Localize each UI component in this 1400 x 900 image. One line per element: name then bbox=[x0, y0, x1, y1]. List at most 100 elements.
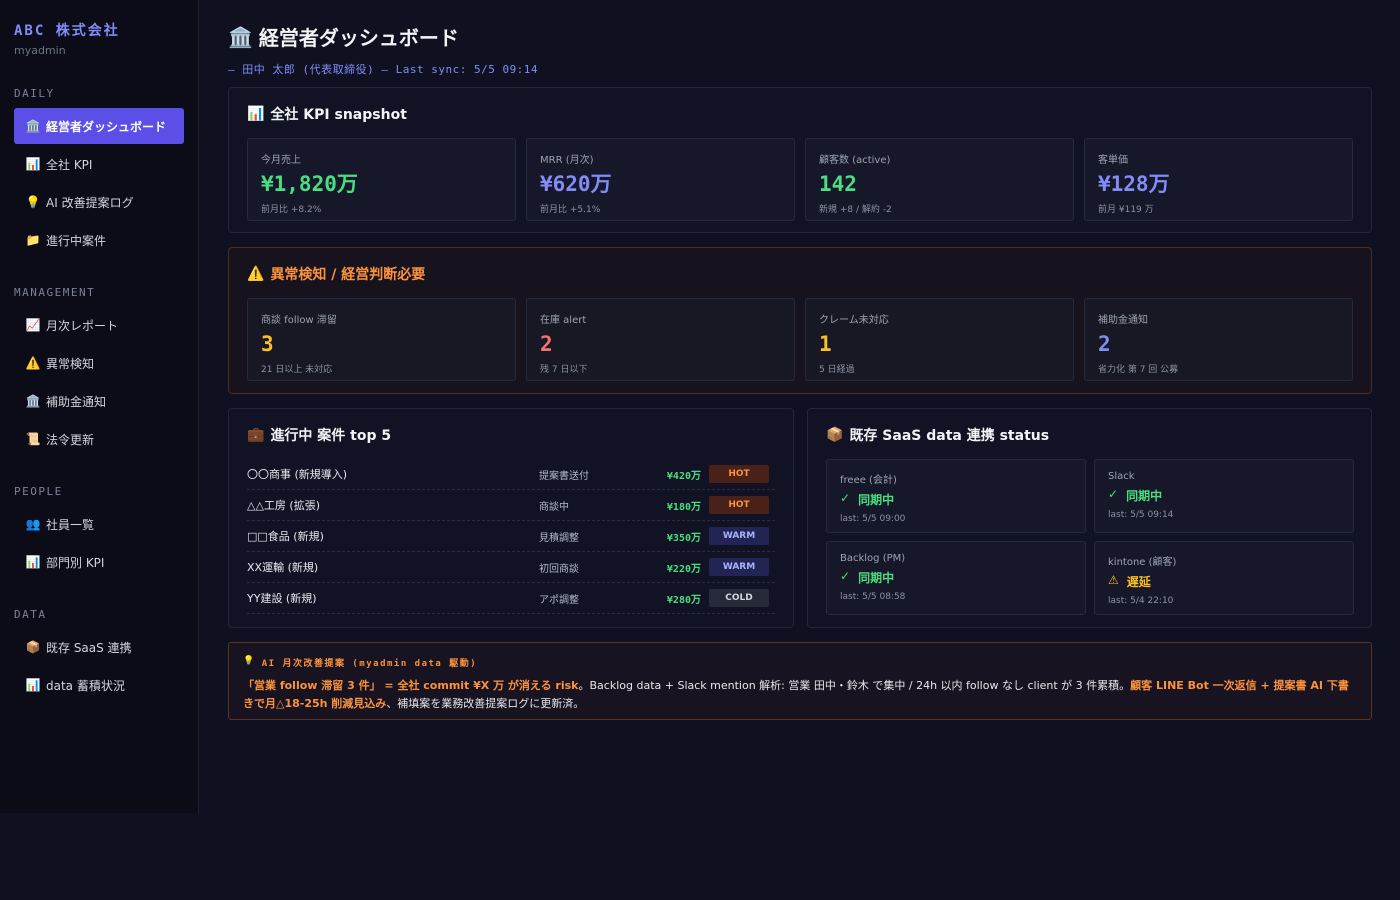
deal-amount: ¥280万 bbox=[666, 594, 701, 606]
card-note: 残 7 日以下 bbox=[540, 365, 588, 375]
warning-icon: ⚠️ bbox=[247, 266, 265, 282]
deal-amount: ¥180万 bbox=[666, 501, 701, 513]
card-label: 今月売上 bbox=[261, 155, 301, 166]
deal-list: 〇〇商事 (新規導入) 提案書送付 ¥420万 HOT △△工房 (拡張) 商談中 ¥180… bbox=[247, 459, 775, 614]
brand-name: ABC 株式会社 bbox=[14, 23, 120, 39]
card-value: 1 bbox=[819, 332, 832, 356]
saas-integration-card[interactable]: Backlog (PM) ✓ 同期中 last: 5/5 08:58 bbox=[826, 541, 1086, 615]
sidebar-item-label: 既存 SaaS 連携 bbox=[46, 640, 132, 655]
card-label: 補助金通知 bbox=[1098, 315, 1148, 326]
main-content: 🏛️ 経営者ダッシュボード — 田中 太郎 (代表取締役) — Last syn… bbox=[228, 22, 1372, 720]
saas-panel-title-text: 既存 SaaS data 連携 status bbox=[849, 428, 1050, 444]
brand-subtitle: myadmin bbox=[14, 44, 66, 57]
card-label: 商談 follow 滞留 bbox=[261, 315, 337, 326]
deal-temperature-badge: HOT bbox=[709, 496, 769, 514]
card-note: 前月比 +5.1% bbox=[540, 205, 601, 215]
sidebar-item-label: data 蓄積状況 bbox=[46, 678, 125, 693]
saas-status-text: 同期中 bbox=[858, 493, 895, 507]
nav-section-label: DATA bbox=[14, 608, 47, 621]
card-label: MRR (月次) bbox=[540, 155, 594, 166]
page-title: 🏛️ 経営者ダッシュボード bbox=[228, 22, 1372, 51]
ai-suggestion-text: 「営業 follow 滞留 3 件」 = 全社 commit ¥X 万 が消える… bbox=[243, 677, 1357, 713]
kpi-panel-title-text: 全社 KPI snapshot bbox=[270, 107, 407, 123]
sidebar-item[interactable]: 👥 社員一覧 bbox=[14, 506, 184, 542]
bank-icon: 🏛️ bbox=[228, 24, 253, 49]
card-value: ¥620万 bbox=[540, 172, 612, 196]
package-icon: 📦 bbox=[826, 427, 844, 443]
deal-row[interactable]: YY建設 (新規) アポ調整 ¥280万 COLD bbox=[247, 583, 775, 614]
deal-name: XX運輸 (新規) bbox=[247, 561, 319, 574]
anomaly-card[interactable]: クレーム未対応 1 5 日経過 bbox=[805, 298, 1074, 381]
saas-status: ✓ 同期中 bbox=[840, 569, 1072, 586]
deal-row[interactable]: 〇〇商事 (新規導入) 提案書送付 ¥420万 HOT bbox=[247, 459, 775, 490]
saas-status: ✓ 同期中 bbox=[1108, 487, 1340, 504]
bank-icon: 🏛️ bbox=[25, 394, 41, 408]
ai-suggestion-label: 💡 AI 月次改善提案 (myadmin data 駆動) bbox=[243, 656, 1357, 669]
deal-stage: アポ調整 bbox=[539, 594, 579, 606]
sidebar-item[interactable]: 📈 月次レポート bbox=[14, 307, 184, 343]
deals-panel: 💼 進行中 案件 top 5 〇〇商事 (新規導入) 提案書送付 ¥420万 HOT △… bbox=[228, 408, 794, 628]
saas-grid: freee (会計) ✓ 同期中 last: 5/5 09:00 Slack ✓ 同期中 la… bbox=[826, 459, 1354, 615]
scroll-icon: 📜 bbox=[25, 432, 41, 446]
anomaly-card[interactable]: 在庫 alert 2 残 7 日以下 bbox=[526, 298, 795, 381]
saas-name: Slack bbox=[1108, 471, 1135, 482]
card-note: 前月 ¥119 万 bbox=[1098, 205, 1154, 215]
deal-amount: ¥350万 bbox=[666, 532, 701, 544]
deal-row[interactable]: XX運輸 (新規) 初回商談 ¥220万 WARM bbox=[247, 552, 775, 583]
saas-integration-card[interactable]: freee (会計) ✓ 同期中 last: 5/5 09:00 bbox=[826, 459, 1086, 533]
deal-stage: 初回商談 bbox=[539, 563, 579, 575]
saas-panel-title: 📦 既存 SaaS data 連携 status bbox=[826, 425, 1353, 445]
deal-name: YY建設 (新規) bbox=[247, 592, 317, 605]
deal-stage: 商談中 bbox=[539, 501, 569, 513]
sidebar-item-label: 法令更新 bbox=[46, 432, 95, 447]
sidebar-item[interactable]: 📊 部門別 KPI bbox=[14, 544, 184, 580]
ai-suggestion-label-text: AI 月次改善提案 (myadmin data 駆動) bbox=[261, 659, 478, 669]
page-subtitle: — 田中 太郎 (代表取締役) — Last sync: 5/5 09:14 bbox=[228, 63, 539, 76]
sidebar-item[interactable]: ⚠️ 異常検知 bbox=[14, 345, 184, 381]
deal-row[interactable]: □□食品 (新規) 見積調整 ¥350万 WARM bbox=[247, 521, 775, 552]
sidebar-nav: DAILY 🏛️ 経営者ダッシュボード 📊 全社 KPI 💡 AI 改善提案ログ 📁 進行中案件… bbox=[14, 87, 184, 703]
sidebar-item[interactable]: 📜 法令更新 bbox=[14, 421, 184, 457]
card-value: 2 bbox=[1098, 332, 1111, 356]
sidebar-item[interactable]: 📁 進行中案件 bbox=[14, 222, 184, 258]
kpi-card[interactable]: 顧客数 (active) 142 新規 +8 / 解約 -2 bbox=[805, 138, 1074, 221]
anomaly-panel-title: ⚠️ 異常検知 / 経営判断必要 bbox=[247, 264, 1353, 284]
anomaly-panel: ⚠️ 異常検知 / 経営判断必要 商談 follow 滞留 3 21 日以上 未対応… bbox=[228, 247, 1372, 394]
kpi-card[interactable]: MRR (月次) ¥620万前月比 +5.1% bbox=[526, 138, 795, 221]
sidebar-item[interactable]: 💡 AI 改善提案ログ bbox=[14, 184, 184, 220]
nav-section-label: MANAGEMENT bbox=[14, 286, 96, 299]
sidebar-item-label: 社員一覧 bbox=[46, 517, 95, 532]
sidebar: ABC 株式会社 myadmin DAILY 🏛️ 経営者ダッシュボード 📊 全社 KP… bbox=[0, 0, 199, 813]
deals-panel-title-text: 進行中 案件 top 5 bbox=[270, 428, 392, 444]
check-icon: ✓ bbox=[840, 491, 851, 505]
check-icon: ✓ bbox=[840, 569, 851, 583]
deal-row[interactable]: △△工房 (拡張) 商談中 ¥180万 HOT bbox=[247, 490, 775, 521]
sidebar-item[interactable]: 📦 既存 SaaS 連携 bbox=[14, 629, 184, 665]
anomaly-card[interactable]: 商談 follow 滞留 3 21 日以上 未対応 bbox=[247, 298, 516, 381]
card-label: 顧客数 (active) bbox=[819, 155, 891, 166]
saas-status-text: 遅延 bbox=[1126, 575, 1151, 589]
saas-integration-card[interactable]: kintone (顧客) ⚠ 遅延 last: 5/4 22:10 bbox=[1094, 541, 1354, 615]
sidebar-item[interactable]: 📊 全社 KPI bbox=[14, 146, 184, 182]
trend-chart-icon: 📈 bbox=[25, 318, 41, 332]
sidebar-item-label: 経営者ダッシュボード bbox=[46, 119, 167, 134]
card-value: 2 bbox=[540, 332, 553, 356]
saas-integration-card[interactable]: Slack ✓ 同期中 last: 5/5 09:14 bbox=[1094, 459, 1354, 533]
bank-icon: 🏛️ bbox=[25, 119, 41, 133]
card-value: ¥1,820万 bbox=[261, 172, 358, 196]
sidebar-item[interactable]: 📊 data 蓄積状況 bbox=[14, 667, 184, 703]
sidebar-item[interactable]: 🏛️ 経営者ダッシュボード bbox=[14, 108, 184, 144]
bar-chart-icon: 📊 bbox=[25, 678, 41, 692]
nav-section-label: PEOPLE bbox=[14, 485, 63, 498]
card-note: 21 日以上 未対応 bbox=[261, 365, 333, 375]
check-icon: ✓ bbox=[1108, 487, 1119, 501]
ai-suggestion-box: 💡 AI 月次改善提案 (myadmin data 駆動) 「営業 follow… bbox=[228, 642, 1372, 720]
kpi-card[interactable]: 今月売上 ¥1,820万前月比 +8.2% bbox=[247, 138, 516, 221]
card-note: 5 日経過 bbox=[819, 365, 855, 375]
anomaly-card[interactable]: 補助金通知 2 省力化 第 7 回 公募 bbox=[1084, 298, 1353, 381]
card-label: クレーム未対応 bbox=[819, 315, 889, 326]
kpi-card[interactable]: 客単価 ¥128万 前月 ¥119 万 bbox=[1084, 138, 1353, 221]
card-note: 前月比 +8.2% bbox=[261, 205, 322, 215]
kpi-card-row: 今月売上 ¥1,820万前月比 +8.2% MRR (月次) ¥620万前月比 +5.… bbox=[247, 138, 1353, 221]
sidebar-item[interactable]: 🏛️ 補助金通知 bbox=[14, 383, 184, 419]
